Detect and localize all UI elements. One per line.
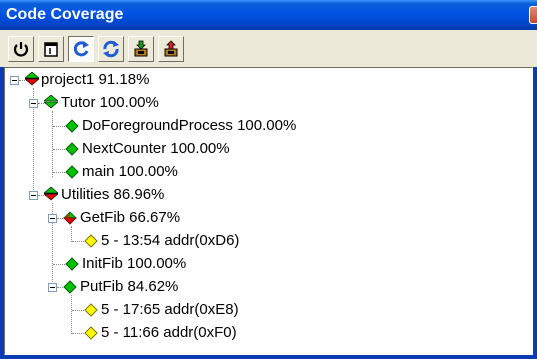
upload-icon [164, 40, 178, 57]
tree-node-doforegroundprocess[interactable]: DoForegroundProcess 100.00% [82, 117, 296, 135]
toolbar [4, 33, 533, 65]
yellow-diamond-icon [84, 326, 98, 340]
tree-node-initfib[interactable]: InitFib 100.00% [82, 255, 186, 273]
page-button[interactable] [38, 36, 64, 62]
tree-node-getfib-line[interactable]: 5 - 13:54 addr(0xD6) [101, 232, 239, 250]
expander-tutor[interactable] [29, 99, 38, 108]
green-diamond-icon [65, 142, 79, 156]
tree-node-getfib[interactable]: GetFib 66.67% [80, 209, 180, 227]
power-icon [13, 42, 29, 57]
sync-icon [103, 40, 119, 58]
tree-node-main[interactable]: main 100.00% [82, 163, 178, 181]
download-button[interactable] [128, 36, 154, 62]
green-red-split-icon [25, 72, 39, 86]
upload-button[interactable] [158, 36, 184, 62]
green-red-split-icon [44, 187, 58, 201]
tree-node-putfib-line-1[interactable]: 5 - 17:65 addr(0xE8) [101, 301, 239, 319]
refresh-icon [73, 41, 89, 57]
title-bar[interactable]: Code Coverage [0, 0, 537, 30]
tree-node-nextcounter[interactable]: NextCounter 100.00% [82, 140, 230, 158]
coverage-tree[interactable]: project1 91.18% Tutor 100.00% DoForegrou… [4, 67, 533, 355]
power-button[interactable] [8, 36, 34, 62]
green-diamond-icon [65, 119, 79, 133]
green-diamond-icon [63, 280, 77, 294]
expander-getfib[interactable] [48, 214, 57, 223]
refresh-button[interactable] [68, 36, 94, 62]
expander-putfib[interactable] [48, 283, 57, 292]
red-green-diamond-icon [63, 211, 77, 225]
window-border-right [533, 67, 537, 359]
download-icon [134, 40, 148, 57]
close-button[interactable] [529, 6, 537, 24]
yellow-diamond-icon [84, 303, 98, 317]
green-red-split-icon [44, 95, 58, 109]
tree-node-utilities[interactable]: Utilities 86.96% [61, 186, 164, 204]
page-icon [44, 42, 58, 57]
expander-utilities[interactable] [29, 191, 38, 200]
tree-node-putfib[interactable]: PutFib 84.62% [80, 278, 178, 296]
tree-node-project1[interactable]: project1 91.18% [41, 71, 149, 89]
window-border-bottom [0, 355, 537, 359]
sync-button[interactable] [98, 36, 124, 62]
window-border-left [0, 67, 4, 359]
tree-node-tutor[interactable]: Tutor 100.00% [61, 94, 159, 112]
green-diamond-icon [65, 165, 79, 179]
code-coverage-window: Code Coverage project1 91.18% Tutor 100.… [0, 0, 537, 359]
expander-project1[interactable] [10, 76, 19, 85]
yellow-diamond-icon [84, 234, 98, 248]
green-diamond-icon [65, 257, 79, 271]
window-title: Code Coverage [6, 6, 124, 23]
tree-node-putfib-line-2[interactable]: 5 - 11:66 addr(0xF0) [101, 324, 237, 342]
